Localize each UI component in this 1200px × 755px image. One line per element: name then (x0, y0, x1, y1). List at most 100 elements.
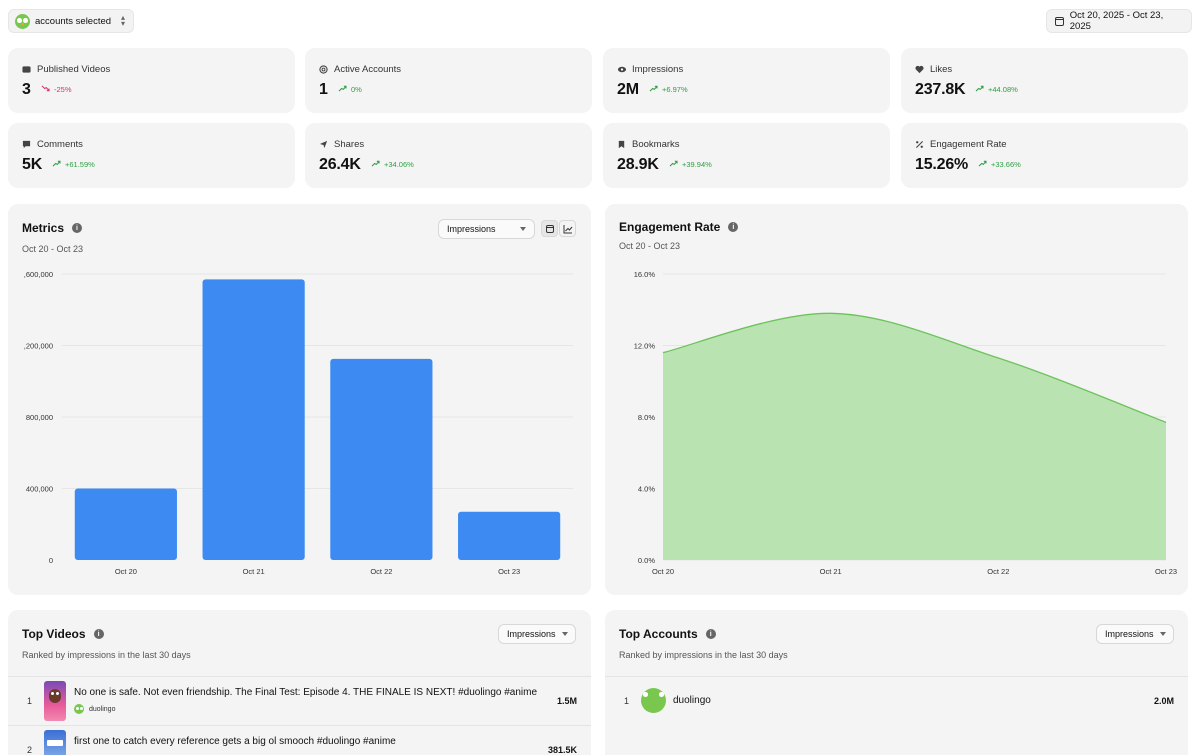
stat-change: +33.66% (978, 160, 1021, 169)
stat-change: +61.59% (52, 160, 95, 169)
metrics-bar-chart: 0 400,000 800,000 ,200,000 ,600,000 Oct 20 Oct… (24, 270, 573, 576)
heart-icon (915, 65, 924, 74)
account-selector-label: accounts selected (35, 15, 112, 27)
trend-up-icon (338, 85, 347, 94)
top-videos-dropdown-label: Impressions (507, 629, 556, 639)
stat-card: Published Videos 3 -25% (8, 48, 295, 113)
area-fill (663, 313, 1166, 560)
stat-change-text: +33.66% (991, 160, 1021, 169)
bar[interactable] (202, 279, 305, 560)
stat-card: Active Accounts 1 0% (305, 48, 592, 113)
x-tick-label: Oct 23 (498, 567, 520, 576)
y-tick-label: 0 (49, 556, 53, 565)
account-name[interactable]: duolingo (673, 695, 711, 706)
x-tick-label: Oct 22 (987, 567, 1009, 576)
bar[interactable] (458, 511, 561, 560)
top-videos-dropdown[interactable]: Impressions (498, 624, 576, 644)
y-tick-label: 16.0% (634, 270, 656, 279)
row-rank: 1 (27, 696, 33, 706)
stat-change-text: +34.06% (384, 160, 414, 169)
top-accounts-title: Top Accounts i (619, 627, 716, 641)
stat-change-text: -25% (54, 85, 72, 94)
top-accounts-dropdown[interactable]: Impressions (1096, 624, 1174, 644)
stat-change-text: +44.08% (988, 85, 1018, 94)
video-title[interactable]: first one to catch every reference gets … (74, 736, 396, 747)
y-tick-label: ,600,000 (24, 270, 53, 279)
x-tick-label: Oct 23 (1155, 567, 1177, 576)
video-title[interactable]: No one is safe. Not even friendship. The… (74, 687, 537, 698)
account-selector[interactable]: accounts selected ▴ ▾ (8, 9, 134, 33)
video-account-name: duolingo (89, 705, 116, 713)
video-thumbnail[interactable] (44, 730, 66, 755)
calendar-icon (1055, 16, 1064, 26)
top-bar: accounts selected ▴ ▾ Oct 20, 2025 - Oct … (8, 9, 1192, 33)
date-range-label: Oct 20, 2025 - Oct 23, 2025 (1069, 10, 1164, 32)
percent-icon (915, 140, 924, 149)
stat-label: Likes (915, 64, 952, 75)
stat-label-text: Engagement Rate (930, 139, 1007, 150)
top-videos-subtitle: Ranked by impressions in the last 30 day… (22, 650, 191, 660)
list-item[interactable]: 1 duolingo 2.0M (605, 677, 1188, 725)
stat-value: 26.4K (319, 156, 361, 173)
stat-value: 28.9K (617, 156, 659, 173)
stat-change: +6.97% (649, 85, 688, 94)
sort-arrows-icon: ▴ ▾ (120, 13, 125, 28)
info-icon[interactable]: i (705, 629, 716, 639)
video-impressions: 381.5K (547, 745, 577, 755)
stat-label-text: Published Videos (37, 64, 111, 75)
table-row[interactable]: 2 first one to catch every reference get… (8, 726, 591, 755)
stat-card: Impressions 2M +6.97% (603, 48, 890, 113)
video-impressions: 1.5M (556, 696, 577, 706)
top-accounts-dropdown-label: Impressions (1105, 629, 1154, 639)
send-icon (319, 140, 328, 149)
stat-label: Active Accounts (319, 64, 401, 75)
y-tick-label: 400,000 (26, 485, 53, 494)
y-tick-label: ,200,000 (24, 342, 53, 351)
table-row[interactable]: 1 No one is safe. Not even friendship. T… (8, 677, 591, 725)
stat-change-text: +61.59% (65, 160, 95, 169)
stat-label: Comments (22, 139, 83, 150)
y-tick-label: 800,000 (26, 413, 53, 422)
stat-value: 5K (22, 156, 43, 173)
stat-change: -25% (41, 85, 72, 94)
stat-change: +39.94% (669, 160, 712, 169)
stat-value: 15.26% (915, 156, 969, 173)
stat-card: Shares 26.4K +34.06% (305, 123, 592, 188)
bar[interactable] (74, 488, 177, 561)
date-range-picker[interactable]: Oct 20, 2025 - Oct 23, 2025 (1046, 9, 1192, 33)
stat-label-text: Impressions (632, 64, 684, 75)
x-tick-label: Oct 21 (820, 567, 842, 576)
top-accounts-title-text: Top Accounts (619, 627, 698, 641)
stat-label: Impressions (617, 64, 683, 75)
trend-up-icon (975, 85, 984, 94)
top-videos-title: Top Videos i (22, 627, 104, 641)
stat-value: 1 (319, 81, 328, 98)
stat-value: 237.8K (915, 81, 966, 98)
stat-change: +44.08% (975, 85, 1018, 94)
stat-card: Bookmarks 28.9K +39.94% (603, 123, 890, 188)
x-tick-label: Oct 22 (370, 567, 392, 576)
stat-label: Engagement Rate (915, 139, 1007, 150)
engagement-card: Engagement Rate i Oct 20 - Oct 23 0.0% 4.… (605, 204, 1188, 595)
video-thumbnail[interactable] (44, 681, 66, 721)
row-rank: 1 (624, 696, 630, 706)
info-icon[interactable]: i (93, 629, 104, 639)
duolingo-avatar-icon (15, 13, 30, 29)
y-tick-label: 4.0% (638, 485, 655, 494)
stat-card: Likes 237.8K +44.08% (901, 48, 1188, 113)
y-tick-label: 0.0% (638, 556, 655, 565)
stat-card: Engagement Rate 15.26% +33.66% (901, 123, 1188, 188)
stat-label-text: Likes (930, 64, 953, 75)
stat-value: 3 (22, 81, 31, 98)
stat-change-text: +39.94% (682, 160, 712, 169)
trend-up-icon (649, 85, 658, 94)
bar[interactable] (330, 358, 433, 560)
trend-up-icon (978, 160, 987, 169)
stat-card: Comments 5K +61.59% (8, 123, 295, 188)
y-tick-label: 8.0% (638, 413, 655, 422)
stat-label-text: Bookmarks (632, 139, 680, 150)
x-tick-label: Oct 21 (243, 567, 265, 576)
stat-label-text: Shares (334, 139, 365, 150)
stat-change: +34.06% (371, 160, 414, 169)
trend-down-icon (41, 85, 50, 94)
